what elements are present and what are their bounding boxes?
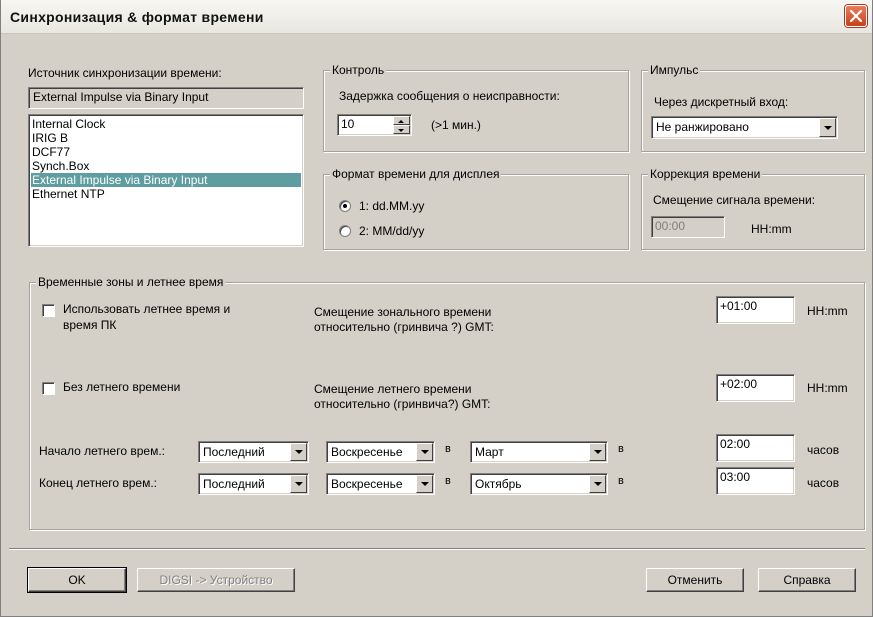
dst-end-weekday-value: Воскресенье [331, 477, 403, 491]
close-icon [850, 10, 862, 22]
source-list-item[interactable]: IRIG B [31, 131, 301, 145]
chevron-down-icon[interactable] [589, 475, 606, 493]
use-dst-pc-label-1: Использовать летнее время и [63, 302, 231, 316]
zone-offset-unit: HH:mm [807, 304, 848, 318]
chevron-down-icon[interactable] [416, 475, 433, 493]
correction-group-title: Коррекция времени [648, 167, 763, 181]
delay-spin-buttons[interactable] [393, 116, 410, 134]
impulse-group-title: Импульс [648, 63, 701, 77]
dst-offset-label-1: Смещение летнего времени [314, 382, 472, 396]
zone-offset-label-2: относительно (гринвича ?) GMT: [314, 320, 494, 334]
use-dst-pc-checkbox[interactable] [42, 304, 55, 317]
dst-end-unit: часов [807, 476, 840, 490]
sync-time-format-dialog: Синхронизация & формат времени Источник … [0, 0, 873, 617]
chevron-down-icon[interactable] [290, 475, 307, 493]
no-dst-label: Без летнего времени [63, 380, 181, 394]
no-dst-checkbox[interactable] [42, 382, 55, 395]
format-option-1: 1: dd.MM.yy [359, 199, 425, 213]
correction-offset-input[interactable]: 00:00 [651, 216, 725, 238]
delay-value: 10 [341, 117, 355, 131]
dst-end-month-combo[interactable]: Октябрь [470, 473, 608, 495]
source-list-item[interactable]: External Impulse via Binary Input [31, 173, 301, 187]
source-list-item[interactable]: Synch.Box [31, 159, 301, 173]
dst-end-time-input[interactable]: 03:00 [716, 467, 795, 495]
correction-group: Коррекция времени [641, 167, 865, 250]
timezones-group-title: Временные зоны и летнее время [36, 275, 226, 289]
control-group-title: Контроль [330, 63, 387, 77]
delay-spinner[interactable]: 10 [337, 114, 412, 136]
source-list-item[interactable]: Internal Clock [31, 117, 301, 131]
help-button[interactable]: Справка [758, 568, 856, 592]
dst-offset-input[interactable]: +02:00 [716, 374, 795, 402]
ok-button[interactable]: OK [27, 567, 127, 593]
correction-offset-unit: HH:mm [751, 222, 792, 236]
cancel-button[interactable]: Отменить [646, 568, 744, 592]
impulse-input-value: Не ранжировано [656, 120, 749, 134]
dst-start-weekday-value: Воскресенье [331, 445, 403, 459]
display-format-group-title: Формат времени для дисплея [330, 167, 502, 181]
dst-start-in-2: в [618, 443, 624, 455]
spin-up-icon[interactable] [393, 116, 410, 125]
dst-start-label: Начало летнего врем.: [39, 444, 165, 458]
dst-start-week-combo[interactable]: Последний [198, 441, 309, 463]
impulse-input-label: Через дискретный вход: [654, 95, 789, 109]
zone-offset-input[interactable]: +01:00 [716, 296, 795, 324]
use-dst-pc-label-2: время ПК [63, 318, 117, 332]
format-radio-1[interactable] [339, 200, 351, 212]
chevron-down-icon[interactable] [290, 443, 307, 461]
format-option-2: 2: MM/dd/yy [359, 224, 425, 238]
delay-hint: (>1 мин.) [431, 118, 481, 132]
dst-end-in-2: в [618, 475, 624, 487]
source-list-item[interactable]: Ethernet NTP [31, 187, 301, 201]
dst-start-unit: часов [807, 443, 840, 457]
source-label: Источник синхронизации времени: [28, 66, 222, 80]
chevron-down-icon[interactable] [589, 443, 606, 461]
source-listbox[interactable]: Internal Clock IRIG B DCF77 Synch.Box Extern… [28, 114, 304, 247]
dst-end-label: Конец летнего врем.: [39, 476, 158, 490]
source-list-item[interactable]: DCF77 [31, 145, 301, 159]
impulse-group: Импульс [641, 63, 865, 152]
dst-offset-unit: HH:mm [807, 381, 848, 395]
title-bar: Синхронизация & формат времени [1, 0, 872, 34]
dst-start-time-input[interactable]: 02:00 [716, 434, 795, 462]
dst-start-month-value: Март [475, 445, 504, 459]
format-radio-2[interactable] [339, 225, 351, 237]
dst-start-weekday-combo[interactable]: Воскресенье [326, 441, 435, 463]
dst-end-in-1: в [445, 475, 451, 487]
correction-offset-label: Смещение сигнала времени: [653, 193, 816, 207]
chevron-down-icon[interactable] [416, 443, 433, 461]
dst-end-week-value: Последний [203, 477, 265, 491]
dst-start-in-1: в [445, 443, 451, 455]
window-title: Синхронизация & формат времени [10, 9, 264, 25]
dst-end-week-combo[interactable]: Последний [198, 473, 309, 495]
source-current-field: External Impulse via Binary Input [28, 87, 304, 109]
zone-offset-label-1: Смещение зонального времени [314, 305, 492, 319]
digsi-to-device-button[interactable]: DIGSI -> Устройство [137, 568, 295, 592]
dst-start-week-value: Последний [203, 445, 265, 459]
impulse-input-combo[interactable]: Не ранжировано [651, 116, 838, 139]
dst-start-month-combo[interactable]: Март [470, 441, 608, 463]
chevron-down-icon[interactable] [819, 118, 836, 137]
spin-down-icon[interactable] [393, 125, 410, 134]
dst-end-weekday-combo[interactable]: Воскресенье [326, 473, 435, 495]
delay-label: Задержка сообщения о неисправности: [339, 89, 560, 103]
dst-offset-label-2: относительно (гринвича?) GMT: [314, 397, 491, 411]
footer-separator [9, 548, 865, 550]
dst-end-month-value: Октябрь [475, 477, 522, 491]
close-button[interactable] [845, 5, 867, 27]
control-group: Контроль [323, 63, 629, 152]
